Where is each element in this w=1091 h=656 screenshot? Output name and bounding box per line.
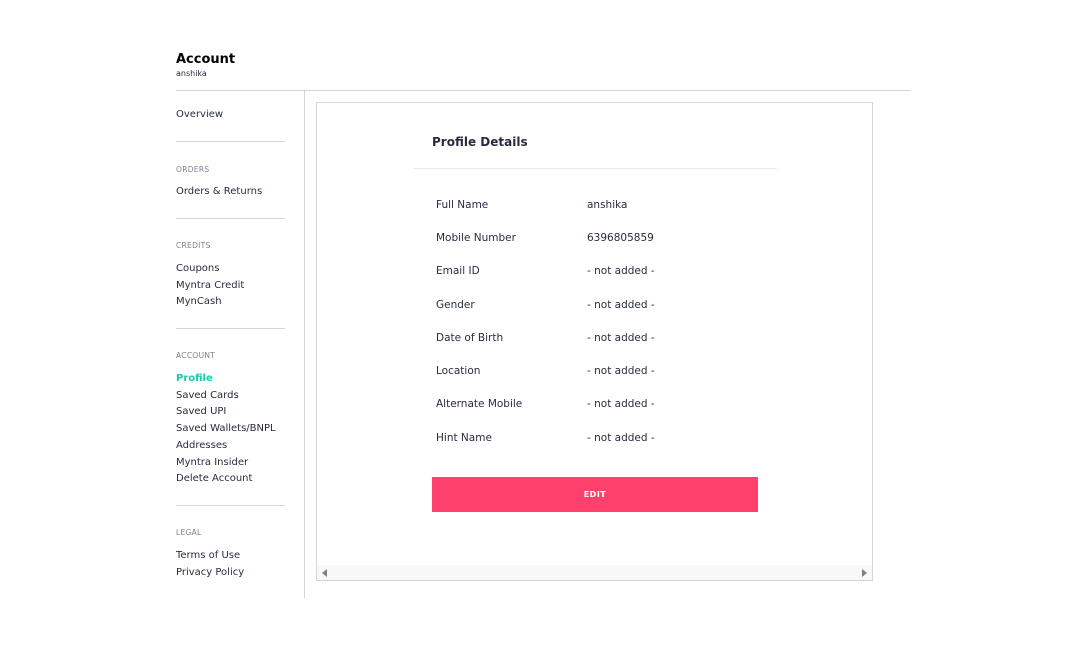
triangle-left-icon[interactable] bbox=[322, 569, 327, 577]
date-of-birth-value: - not added - bbox=[587, 332, 655, 344]
alternate-mobile-label: Alternate Mobile bbox=[436, 398, 523, 410]
sidebar-divider bbox=[176, 505, 285, 506]
sidebar-item-orders-returns[interactable]: Orders & Returns bbox=[176, 186, 262, 198]
edit-button[interactable]: EDIT bbox=[432, 477, 758, 512]
sidebar-item-saved-upi[interactable]: Saved UPI bbox=[176, 406, 226, 418]
account-header: Account anshika bbox=[176, 52, 235, 79]
sidebar-divider-vertical bbox=[304, 91, 305, 598]
sidebar-divider bbox=[176, 328, 285, 329]
sidebar-item-profile[interactable]: Profile bbox=[176, 373, 213, 385]
hint-name-label: Hint Name bbox=[436, 432, 492, 444]
sidebar-item-myntra-insider[interactable]: Myntra Insider bbox=[176, 457, 248, 469]
sidebar-heading-legal: LEGAL bbox=[176, 528, 202, 537]
profile-title-divider bbox=[414, 168, 777, 169]
sidebar-item-saved-wallets-bnpl[interactable]: Saved Wallets/BNPL bbox=[176, 423, 276, 435]
location-label: Location bbox=[436, 365, 481, 377]
sidebar-item-myncash[interactable]: MynCash bbox=[176, 296, 222, 308]
sidebar-item-coupons[interactable]: Coupons bbox=[176, 263, 219, 275]
hint-name-value: - not added - bbox=[587, 432, 655, 444]
sidebar-divider bbox=[176, 218, 285, 219]
gender-label: Gender bbox=[436, 299, 475, 311]
alternate-mobile-value: - not added - bbox=[587, 398, 655, 410]
sidebar-heading-credits: CREDITS bbox=[176, 241, 211, 250]
sidebar-item-saved-cards[interactable]: Saved Cards bbox=[176, 390, 239, 402]
profile-title: Profile Details bbox=[432, 135, 528, 149]
page-title: Account bbox=[176, 52, 236, 67]
mobile-number-label: Mobile Number bbox=[436, 232, 516, 244]
gender-value: - not added - bbox=[587, 299, 655, 311]
sidebar-item-privacy-policy[interactable]: Privacy Policy bbox=[176, 567, 244, 579]
profile-frame: Profile Details Full Name anshika Mobile… bbox=[316, 102, 873, 581]
sidebar-item-myntra-credit[interactable]: Myntra Credit bbox=[176, 280, 244, 292]
sidebar-item-delete-account[interactable]: Delete Account bbox=[176, 473, 252, 485]
sidebar-item-terms-of-use[interactable]: Terms of Use bbox=[176, 550, 240, 562]
sidebar-item-addresses[interactable]: Addresses bbox=[176, 440, 227, 452]
sidebar: Overview ORDERS Orders & Returns CREDITS… bbox=[176, 91, 304, 598]
mobile-number-value: 6396805859 bbox=[587, 232, 654, 244]
sidebar-heading-account: ACCOUNT bbox=[176, 351, 216, 360]
date-of-birth-label: Date of Birth bbox=[436, 332, 504, 344]
triangle-right-icon[interactable] bbox=[862, 569, 867, 577]
full-name-label: Full Name bbox=[436, 199, 489, 211]
email-id-value: - not added - bbox=[587, 265, 655, 277]
username: anshika bbox=[176, 69, 207, 78]
sidebar-divider bbox=[176, 141, 285, 142]
full-name-value: anshika bbox=[587, 199, 628, 211]
sidebar-item-overview[interactable]: Overview bbox=[176, 109, 223, 121]
email-id-label: Email ID bbox=[436, 265, 480, 277]
horizontal-scrollbar[interactable] bbox=[317, 565, 872, 580]
location-value: - not added - bbox=[587, 365, 655, 377]
sidebar-heading-orders: ORDERS bbox=[176, 165, 210, 174]
